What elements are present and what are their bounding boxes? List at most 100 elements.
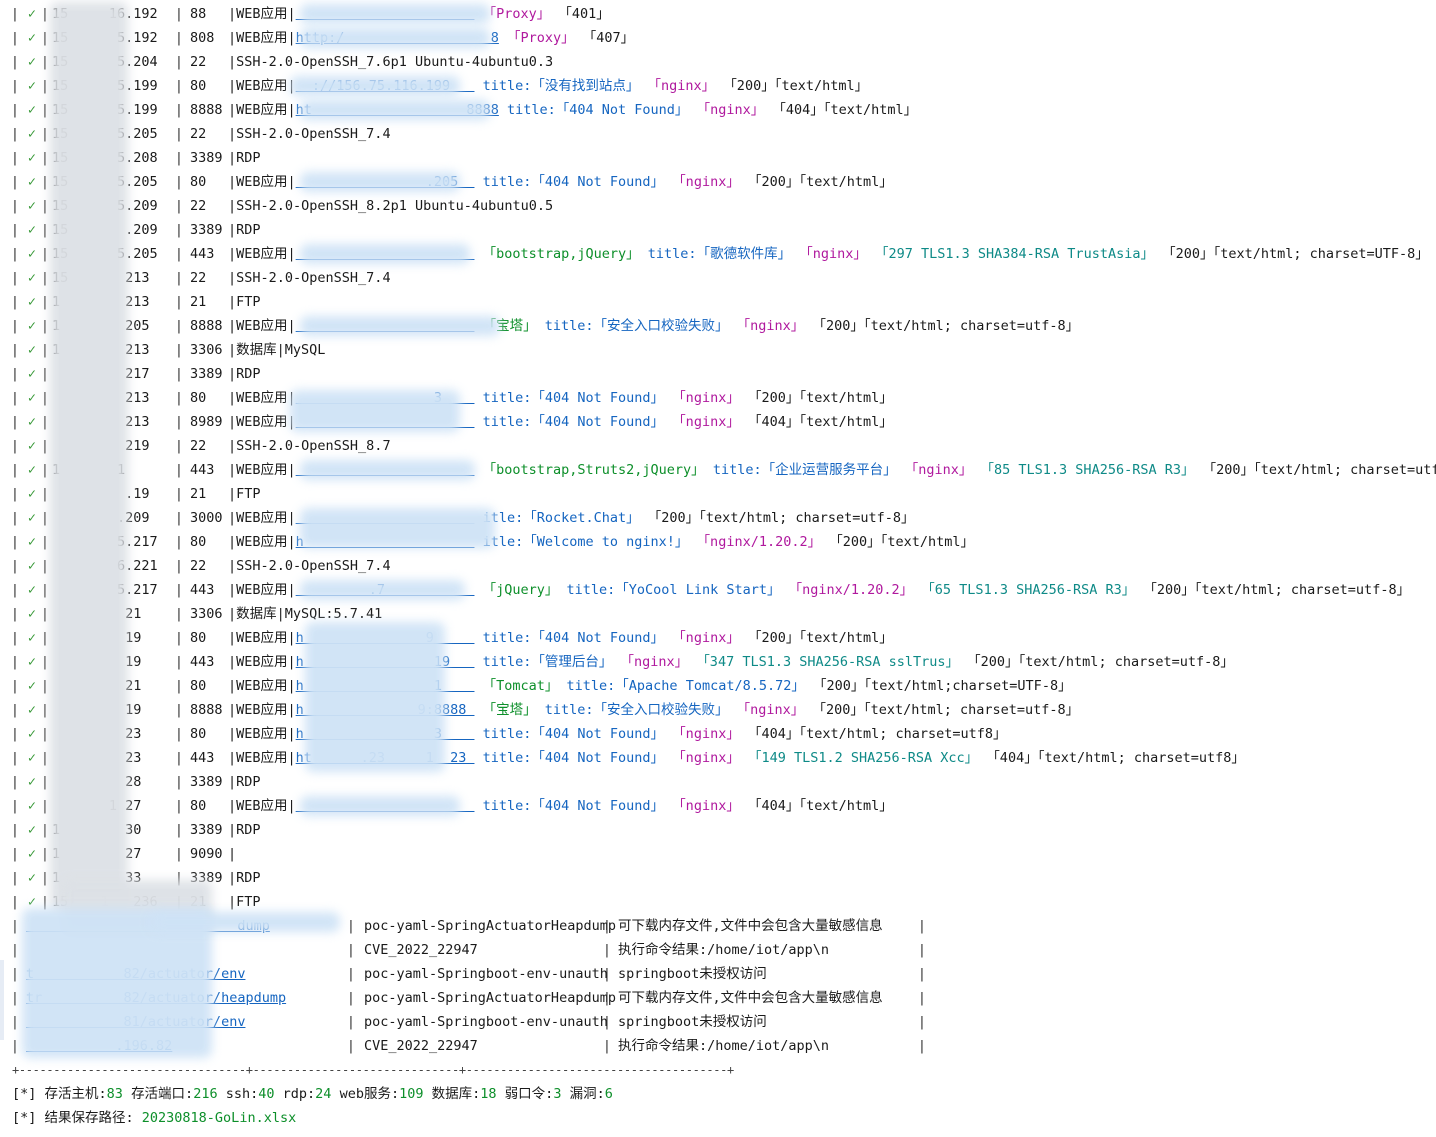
redaction-blur <box>305 622 445 772</box>
service-detail: |RDP <box>228 818 261 842</box>
table-border: | <box>346 1014 356 1030</box>
row-border: | <box>10 822 20 838</box>
check-icon: ✓ <box>27 774 37 790</box>
scan-row: |✓| 21|80|WEB应用|h 1 「Tomcat」 title:「Apac… <box>0 674 1436 698</box>
row-border: | <box>10 270 20 286</box>
check-icon: ✓ <box>27 318 37 334</box>
summary-label: web服务: <box>339 1086 400 1102</box>
scan-row: |✓|15 5.199|8888|WEB应用|ht 8888 title:「40… <box>0 98 1436 122</box>
table-border: | <box>602 918 612 934</box>
service-banner: SSH-2.0-OpenSSH_7.4 <box>236 270 391 286</box>
service-banner: 数据库|MySQL <box>236 342 326 358</box>
check-icon: ✓ <box>27 534 37 550</box>
port-number: 3389 <box>190 822 223 838</box>
scan-row: |✓|15 16.192|88|WEB应用| 「Proxy」 「401」 <box>0 2 1436 26</box>
row-border: | <box>228 534 237 550</box>
service-detail: |RDP <box>228 770 261 794</box>
vuln-description: springboot未授权访问 <box>618 1014 767 1030</box>
check-icon: ✓ <box>27 366 37 382</box>
check-icon: ✓ <box>27 606 37 622</box>
redaction-blur <box>300 580 465 600</box>
redaction-blur <box>300 508 495 548</box>
fingerprint-field: 「401」 <box>558 6 610 22</box>
check-icon: ✓ <box>27 510 37 526</box>
service-banner: SSH-2.0-OpenSSH_8.2p1 Ubuntu-4ubuntu0.5 <box>236 198 554 214</box>
check-icon: ✓ <box>27 870 37 886</box>
table-border: | <box>346 990 356 1006</box>
vuln-row: | .196.82|CVE_2022_22947|执行命令结果:/home/io… <box>0 1034 1436 1058</box>
save-path-label: [*] 结果保存路径: <box>12 1110 142 1126</box>
check-icon: ✓ <box>27 822 37 838</box>
row-border: | <box>174 270 184 286</box>
row-border: | <box>10 750 20 766</box>
service-detail: |FTP <box>228 482 261 506</box>
table-border: | <box>10 990 20 1006</box>
row-border: | <box>10 534 20 550</box>
scan-row: |✓|1 1|443|WEB应用| 「bootstrap,Struts2,jQu… <box>0 458 1436 482</box>
fingerprint-field: 「宝塔」 <box>482 702 537 718</box>
check-icon: ✓ <box>27 6 37 22</box>
fingerprint-field: 「nginx」 <box>696 102 765 118</box>
row-border: | <box>174 198 184 214</box>
row-border: | <box>174 438 184 454</box>
fingerprint-field: title:「企业运营服务平台」 <box>712 462 897 478</box>
service-detail: |FTP <box>228 290 261 314</box>
row-border: | <box>10 582 20 598</box>
vuln-description: 可下载内存文件,文件中会包含大量敏感信息 <box>618 990 883 1006</box>
scan-row: |✓|15 5.192|808|WEB应用|http:/ 8 「Proxy」 「… <box>0 26 1436 50</box>
vuln-description: 执行命令结果:/home/iot/app\n <box>618 942 830 958</box>
service-banner: SSH-2.0-OpenSSH_7.6p1 Ubuntu-4ubuntu0.3 <box>236 54 554 70</box>
port-number: 443 <box>190 750 215 766</box>
fingerprint-field: title:「安全入口校验失败」 <box>544 318 729 334</box>
table-border: | <box>10 942 20 958</box>
port-number: 3389 <box>190 222 223 238</box>
row-border: | <box>174 390 184 406</box>
port-number: 3000 <box>190 510 223 526</box>
check-icon: ✓ <box>27 438 37 454</box>
port-number: 8888 <box>190 702 223 718</box>
summary-value: 18 <box>480 1086 497 1102</box>
service-banner: RDP <box>236 870 261 886</box>
scan-row: |✓| 1 27|80|WEB应用| title:「404 Not Found」… <box>0 794 1436 818</box>
fingerprint-field: 「200」「text/html; charset=utf-8」 <box>812 318 1080 334</box>
vuln-poc-name: CVE_2022_22947 <box>364 1038 478 1054</box>
vuln-description: springboot未授权访问 <box>618 966 767 982</box>
port-number: 3389 <box>190 774 223 790</box>
fingerprint-field: title:「404 Not Found」 <box>482 414 665 430</box>
row-border: | <box>174 486 184 502</box>
row-border: | <box>174 150 184 166</box>
row-border: | <box>174 606 184 622</box>
redaction-blur <box>300 100 490 120</box>
fingerprint-field: 「nginx」 <box>672 414 740 430</box>
row-border: | <box>174 54 184 70</box>
fingerprint-field: title:「Apache Tomcat/8.5.72」 <box>566 678 805 694</box>
service-detail: |数据库|MySQL <box>228 338 325 362</box>
row-border: | <box>228 126 237 142</box>
scan-row: | ✓ | 28 | 3389 |RDP <box>0 770 1436 794</box>
scan-row: |✓|15 5.205|22|SSH-2.0-OpenSSH_7.4 <box>0 122 1436 146</box>
fingerprint-field: 「Tomcat」 <box>482 678 559 694</box>
fingerprint-field: 「85 TLS1.3 SHA256-RSA R3」 <box>980 462 1195 478</box>
table-border: | <box>917 1014 927 1030</box>
port-number: 21 <box>190 486 207 502</box>
fingerprint-field: 「bootstrap,jQuery」 <box>482 246 640 262</box>
vuln-poc-name: poc-yaml-SpringActuatorHeapdump <box>364 990 616 1006</box>
fingerprint-field: 「nginx」 <box>672 390 740 406</box>
fingerprint-field: 「nginx」 <box>672 174 740 190</box>
row-border: | <box>228 510 237 526</box>
table-border: | <box>917 918 927 934</box>
port-number: 9090 <box>190 846 223 862</box>
port-number: 22 <box>190 558 207 574</box>
redaction-blur <box>300 244 470 264</box>
port-number: 443 <box>190 654 215 670</box>
row-border: | <box>228 246 237 262</box>
fingerprint-field: title:「歌德软件库」 <box>647 246 792 262</box>
scan-row: |✓| 23|443|WEB应用|ht .23 1 23 title:「404 … <box>0 746 1436 770</box>
port-number: 80 <box>190 630 207 646</box>
vuln-poc-name: poc-yaml-Springboot-env-unauth <box>364 966 608 982</box>
fingerprint-field: 「200」「text/html」 <box>747 390 893 406</box>
check-icon: ✓ <box>27 246 37 262</box>
fingerprint-field: 「nginx」 <box>736 702 805 718</box>
port-number: 3306 <box>190 342 223 358</box>
check-icon: ✓ <box>27 294 37 310</box>
